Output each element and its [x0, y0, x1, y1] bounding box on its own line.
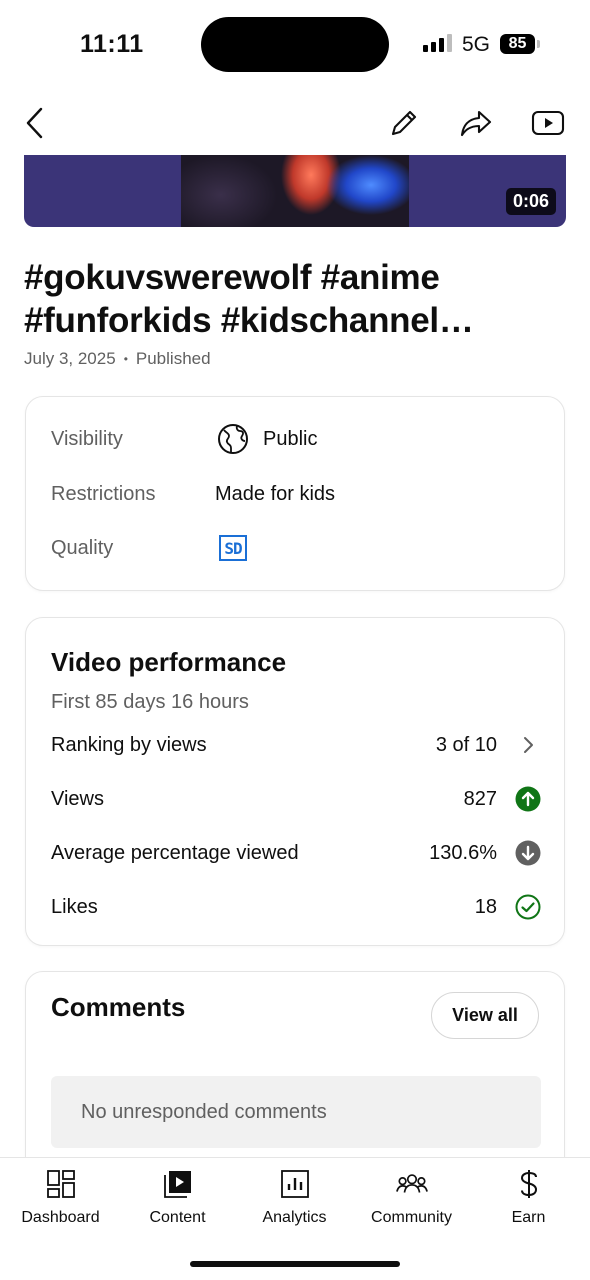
tab-label: Analytics [262, 1209, 327, 1226]
top-nav [0, 95, 590, 151]
check-circle-icon [515, 894, 541, 920]
avg-percentage-label: Average percentage viewed [51, 841, 299, 864]
video-thumbnail[interactable]: 0:06 [24, 155, 566, 227]
battery-cap [537, 40, 540, 48]
chevron-left-icon [26, 107, 43, 139]
content-icon [162, 1168, 194, 1200]
avg-percentage-row: Average percentage viewed 130.6% [51, 833, 541, 873]
meta-separator: • [123, 352, 128, 366]
sd-quality-icon: SD [219, 535, 247, 561]
globe-icon [218, 424, 248, 454]
dynamic-island [201, 17, 389, 72]
view-all-comments-button[interactable]: View all [431, 992, 539, 1039]
views-value: 827 [463, 787, 497, 810]
chevron-right-icon [515, 732, 541, 758]
status-bar: 11:11 5G 85 [0, 0, 590, 90]
comments-heading: Comments [51, 992, 186, 1022]
edit-button[interactable] [382, 101, 426, 145]
video-title: #gokuvswerewolf #anime #funforkids #kids… [24, 258, 440, 340]
details-card: Visibility Public Restrictions Made for … [25, 396, 565, 591]
back-button[interactable] [14, 101, 58, 145]
tab-analytics[interactable]: Analytics [236, 1166, 353, 1236]
quality-label: Quality [51, 536, 114, 559]
visibility-label: Visibility [51, 427, 123, 450]
pencil-icon [391, 110, 417, 136]
share-icon [460, 110, 492, 137]
youtube-play-icon [531, 110, 565, 136]
visibility-value-group: Public [215, 423, 317, 455]
share-button[interactable] [454, 101, 498, 145]
network-type: 5G [462, 33, 491, 56]
ranking-value: 3 of 10 [435, 733, 497, 756]
dashboard-icon [45, 1168, 77, 1200]
status-time: 11:11 [80, 30, 144, 58]
visibility-value: Public [263, 427, 318, 450]
tab-label: Earn [511, 1209, 546, 1226]
analytics-icon [279, 1168, 311, 1200]
tab-earn[interactable]: Earn [470, 1166, 587, 1236]
duration-badge: 0:06 [505, 188, 556, 215]
battery-icon: 85 [500, 34, 535, 54]
community-icon [395, 1168, 428, 1200]
likes-row: Likes 18 [51, 887, 541, 927]
publish-status: Published [135, 349, 211, 368]
video-performance-card: Video performance First 85 days 16 hours… [25, 617, 565, 946]
quality-value-group: SD [215, 535, 247, 561]
visibility-row: Visibility Public [51, 419, 541, 459]
performance-heading: Video performance [51, 647, 287, 677]
performance-period: First 85 days 16 hours [51, 691, 249, 713]
publish-date: July 3, 2025 [24, 349, 116, 368]
tab-community[interactable]: Community [353, 1166, 470, 1236]
likes-value: 18 [474, 895, 497, 918]
quality-row: Quality SD [51, 528, 541, 568]
restrictions-row: Restrictions Made for kids [51, 474, 541, 514]
restrictions-value: Made for kids [215, 482, 336, 505]
views-row: Views 827 [51, 779, 541, 819]
ranking-row[interactable]: Ranking by views 3 of 10 [51, 725, 541, 765]
arrow-up-circle-icon [515, 786, 541, 812]
home-indicator [190, 1261, 400, 1267]
earn-icon [513, 1168, 545, 1200]
video-meta: July 3, 2025 • Published [24, 349, 211, 369]
arrow-down-circle-icon [515, 840, 541, 866]
no-comments-message: No unresponded comments [51, 1076, 541, 1148]
ranking-label: Ranking by views [51, 733, 207, 756]
likes-label: Likes [51, 895, 98, 918]
signal-icon [423, 34, 452, 52]
views-label: Views [51, 787, 104, 810]
tab-dashboard[interactable]: Dashboard [2, 1166, 119, 1236]
tab-content[interactable]: Content [119, 1166, 236, 1236]
watch-on-youtube-button[interactable] [526, 101, 570, 145]
tab-label: Content [149, 1209, 206, 1226]
tab-label: Community [371, 1209, 452, 1226]
avg-percentage-value: 130.6% [429, 841, 497, 864]
restrictions-label: Restrictions [51, 482, 156, 505]
tab-label: Dashboard [21, 1209, 100, 1226]
thumbnail-image [181, 155, 409, 227]
